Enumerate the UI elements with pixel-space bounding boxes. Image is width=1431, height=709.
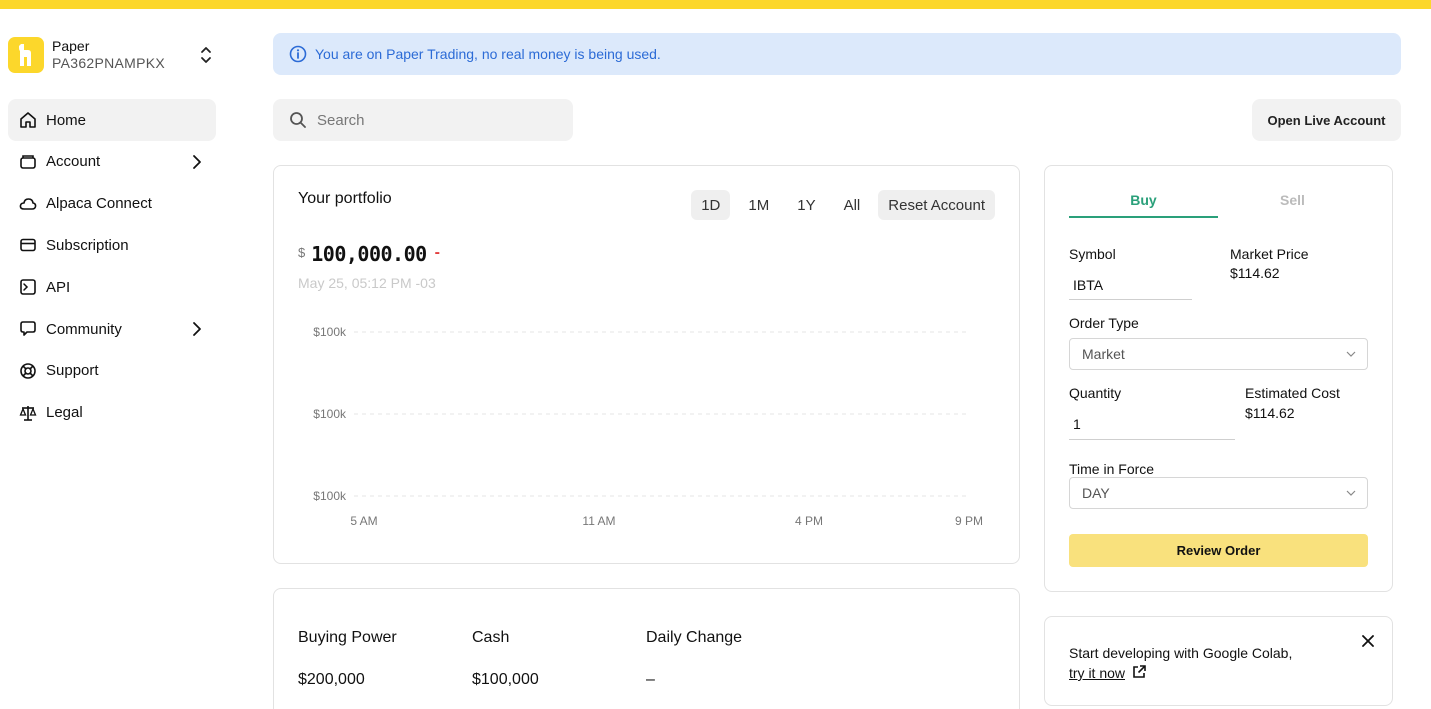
order-side-tabs: Buy Sell (1069, 190, 1367, 218)
portfolio-change: - (434, 244, 440, 261)
daily-change-label: Daily Change (646, 629, 743, 646)
paper-trading-banner: You are on Paper Trading, no real money … (273, 33, 1401, 75)
banner-text: You are on Paper Trading, no real money … (315, 46, 661, 62)
portfolio-timestamp: May 25, 05:12 PM -03 (298, 275, 436, 291)
scale-icon (18, 403, 38, 423)
top-accent-bar (0, 0, 1431, 9)
lifebuoy-icon (18, 361, 38, 381)
y-tick-label: $100k (313, 325, 347, 339)
buying-power-label: Buying Power (298, 629, 397, 646)
chevron-right-icon (193, 322, 201, 336)
sidebar-item-label: Alpaca Connect (46, 195, 152, 213)
sidebar-item-label: Community (46, 320, 122, 338)
currency-symbol: $ (298, 245, 306, 260)
sidebar-item-label: Legal (46, 404, 83, 422)
chevron-down-icon (1346, 351, 1356, 357)
balances-card: Buying Power $200,000 Cash $100,000 Dail… (273, 588, 1020, 709)
chevron-up-down-icon[interactable] (198, 45, 214, 65)
sidebar-item-label: Subscription (46, 236, 129, 254)
symbol-label: Symbol (1069, 246, 1116, 262)
sidebar-item-label: Support (46, 362, 99, 380)
sidebar-item-label: API (46, 278, 71, 296)
x-tick-label: 5 AM (350, 514, 377, 528)
account-name: Paper (52, 38, 90, 54)
x-tick-label: 4 PM (795, 514, 823, 528)
range-1y-button[interactable]: 1Y (787, 190, 825, 220)
cash-block: Cash $100,000 (472, 629, 539, 689)
range-1d-button[interactable]: 1D (691, 190, 731, 220)
estimated-cost-label: Estimated Cost (1245, 385, 1340, 401)
order-type-label: Order Type (1069, 315, 1139, 331)
time-in-force-select[interactable]: DAY (1069, 477, 1368, 509)
buying-power-value: $200,000 (298, 671, 365, 688)
sidebar-item-alpaca-connect[interactable]: Alpaca Connect (8, 183, 216, 225)
colab-try-link[interactable]: try it now (1069, 665, 1125, 681)
daily-change-value: – (646, 671, 655, 688)
colab-promo-card: Start developing with Google Colab, try … (1044, 616, 1393, 706)
order-type-select[interactable]: Market (1069, 338, 1368, 370)
quantity-input[interactable] (1069, 408, 1235, 440)
symbol-input[interactable] (1069, 270, 1192, 300)
terminal-icon (18, 277, 38, 297)
credit-card-icon (18, 235, 38, 255)
chevron-right-icon (193, 154, 201, 169)
sidebar-item-label: Account (46, 153, 101, 171)
range-1m-button[interactable]: 1M (738, 190, 779, 220)
search-icon (290, 112, 306, 128)
quantity-label: Quantity (1069, 385, 1122, 401)
alpaca-logo (8, 37, 44, 73)
close-icon[interactable] (1360, 633, 1376, 649)
sidebar-item-label: Home (46, 111, 87, 129)
sidebar-item-community[interactable]: Community (8, 308, 216, 350)
info-icon (289, 45, 307, 63)
cash-label: Cash (472, 629, 510, 646)
colab-text-block: Start developing with Google Colab, try … (1069, 643, 1292, 683)
market-price-value: $114.62 (1230, 265, 1280, 281)
sidebar-item-legal[interactable]: Legal (8, 392, 216, 434)
tab-sell[interactable]: Sell (1218, 190, 1367, 218)
search-box[interactable] (273, 99, 573, 141)
alpaca-logo-icon (19, 44, 31, 66)
tab-buy[interactable]: Buy (1069, 190, 1218, 218)
open-live-account-button[interactable]: Open Live Account (1252, 99, 1401, 141)
cash-value: $100,000 (472, 671, 539, 688)
chat-icon (18, 319, 38, 339)
sidebar-nav: Home Account Alpaca Connect Subscription… (8, 99, 216, 434)
review-order-button[interactable]: Review Order (1069, 534, 1368, 567)
x-tick-label: 11 AM (582, 514, 615, 528)
portfolio-value: $ 100,000.00 - (298, 242, 440, 266)
cloud-icon (18, 194, 38, 214)
y-tick-label: $100k (313, 489, 347, 503)
y-tick-label: $100k (313, 407, 347, 421)
time-in-force-value: DAY (1082, 485, 1110, 501)
home-icon (18, 110, 38, 130)
sidebar-item-api[interactable]: API (8, 266, 216, 308)
range-selector: 1D 1M 1Y All Reset Account (683, 190, 995, 220)
sidebar-item-support[interactable]: Support (8, 350, 216, 392)
time-in-force-label: Time in Force (1069, 461, 1155, 477)
x-tick-label: 9 PM (955, 514, 983, 528)
sidebar-item-home[interactable]: Home (8, 99, 216, 141)
search-input[interactable] (317, 111, 547, 129)
portfolio-amount: 100,000.00 (311, 242, 427, 266)
range-all-button[interactable]: All (834, 190, 871, 220)
account-switcher[interactable]: Paper PA362PNAMPKX (8, 35, 216, 75)
portfolio-title: Your portfolio (298, 190, 392, 207)
order-ticket-card: Buy Sell Symbol Market Price $114.62 Ord… (1044, 165, 1393, 592)
market-price-label: Market Price (1230, 246, 1309, 262)
estimated-cost-value: $114.62 (1245, 405, 1295, 421)
order-type-value: Market (1082, 346, 1125, 362)
account-id: PA362PNAMPKX (52, 55, 166, 71)
daily-change-block: Daily Change – (646, 629, 742, 689)
portfolio-chart: $100k$100k$100k5 AM 11 AM 4 PM 9 PM (313, 325, 983, 528)
buying-power-block: Buying Power $200,000 (298, 629, 397, 689)
colab-message: Start developing with Google Colab, (1069, 645, 1293, 661)
chevron-down-icon (1346, 490, 1356, 496)
sidebar-item-account[interactable]: Account (8, 141, 216, 183)
sidebar-item-subscription[interactable]: Subscription (8, 224, 216, 266)
wallet-icon (18, 152, 38, 172)
reset-account-button[interactable]: Reset Account (878, 190, 995, 220)
external-link-icon[interactable] (1131, 664, 1147, 680)
portfolio-card: Your portfolio 1D 1M 1Y All Reset Accoun… (273, 165, 1020, 564)
